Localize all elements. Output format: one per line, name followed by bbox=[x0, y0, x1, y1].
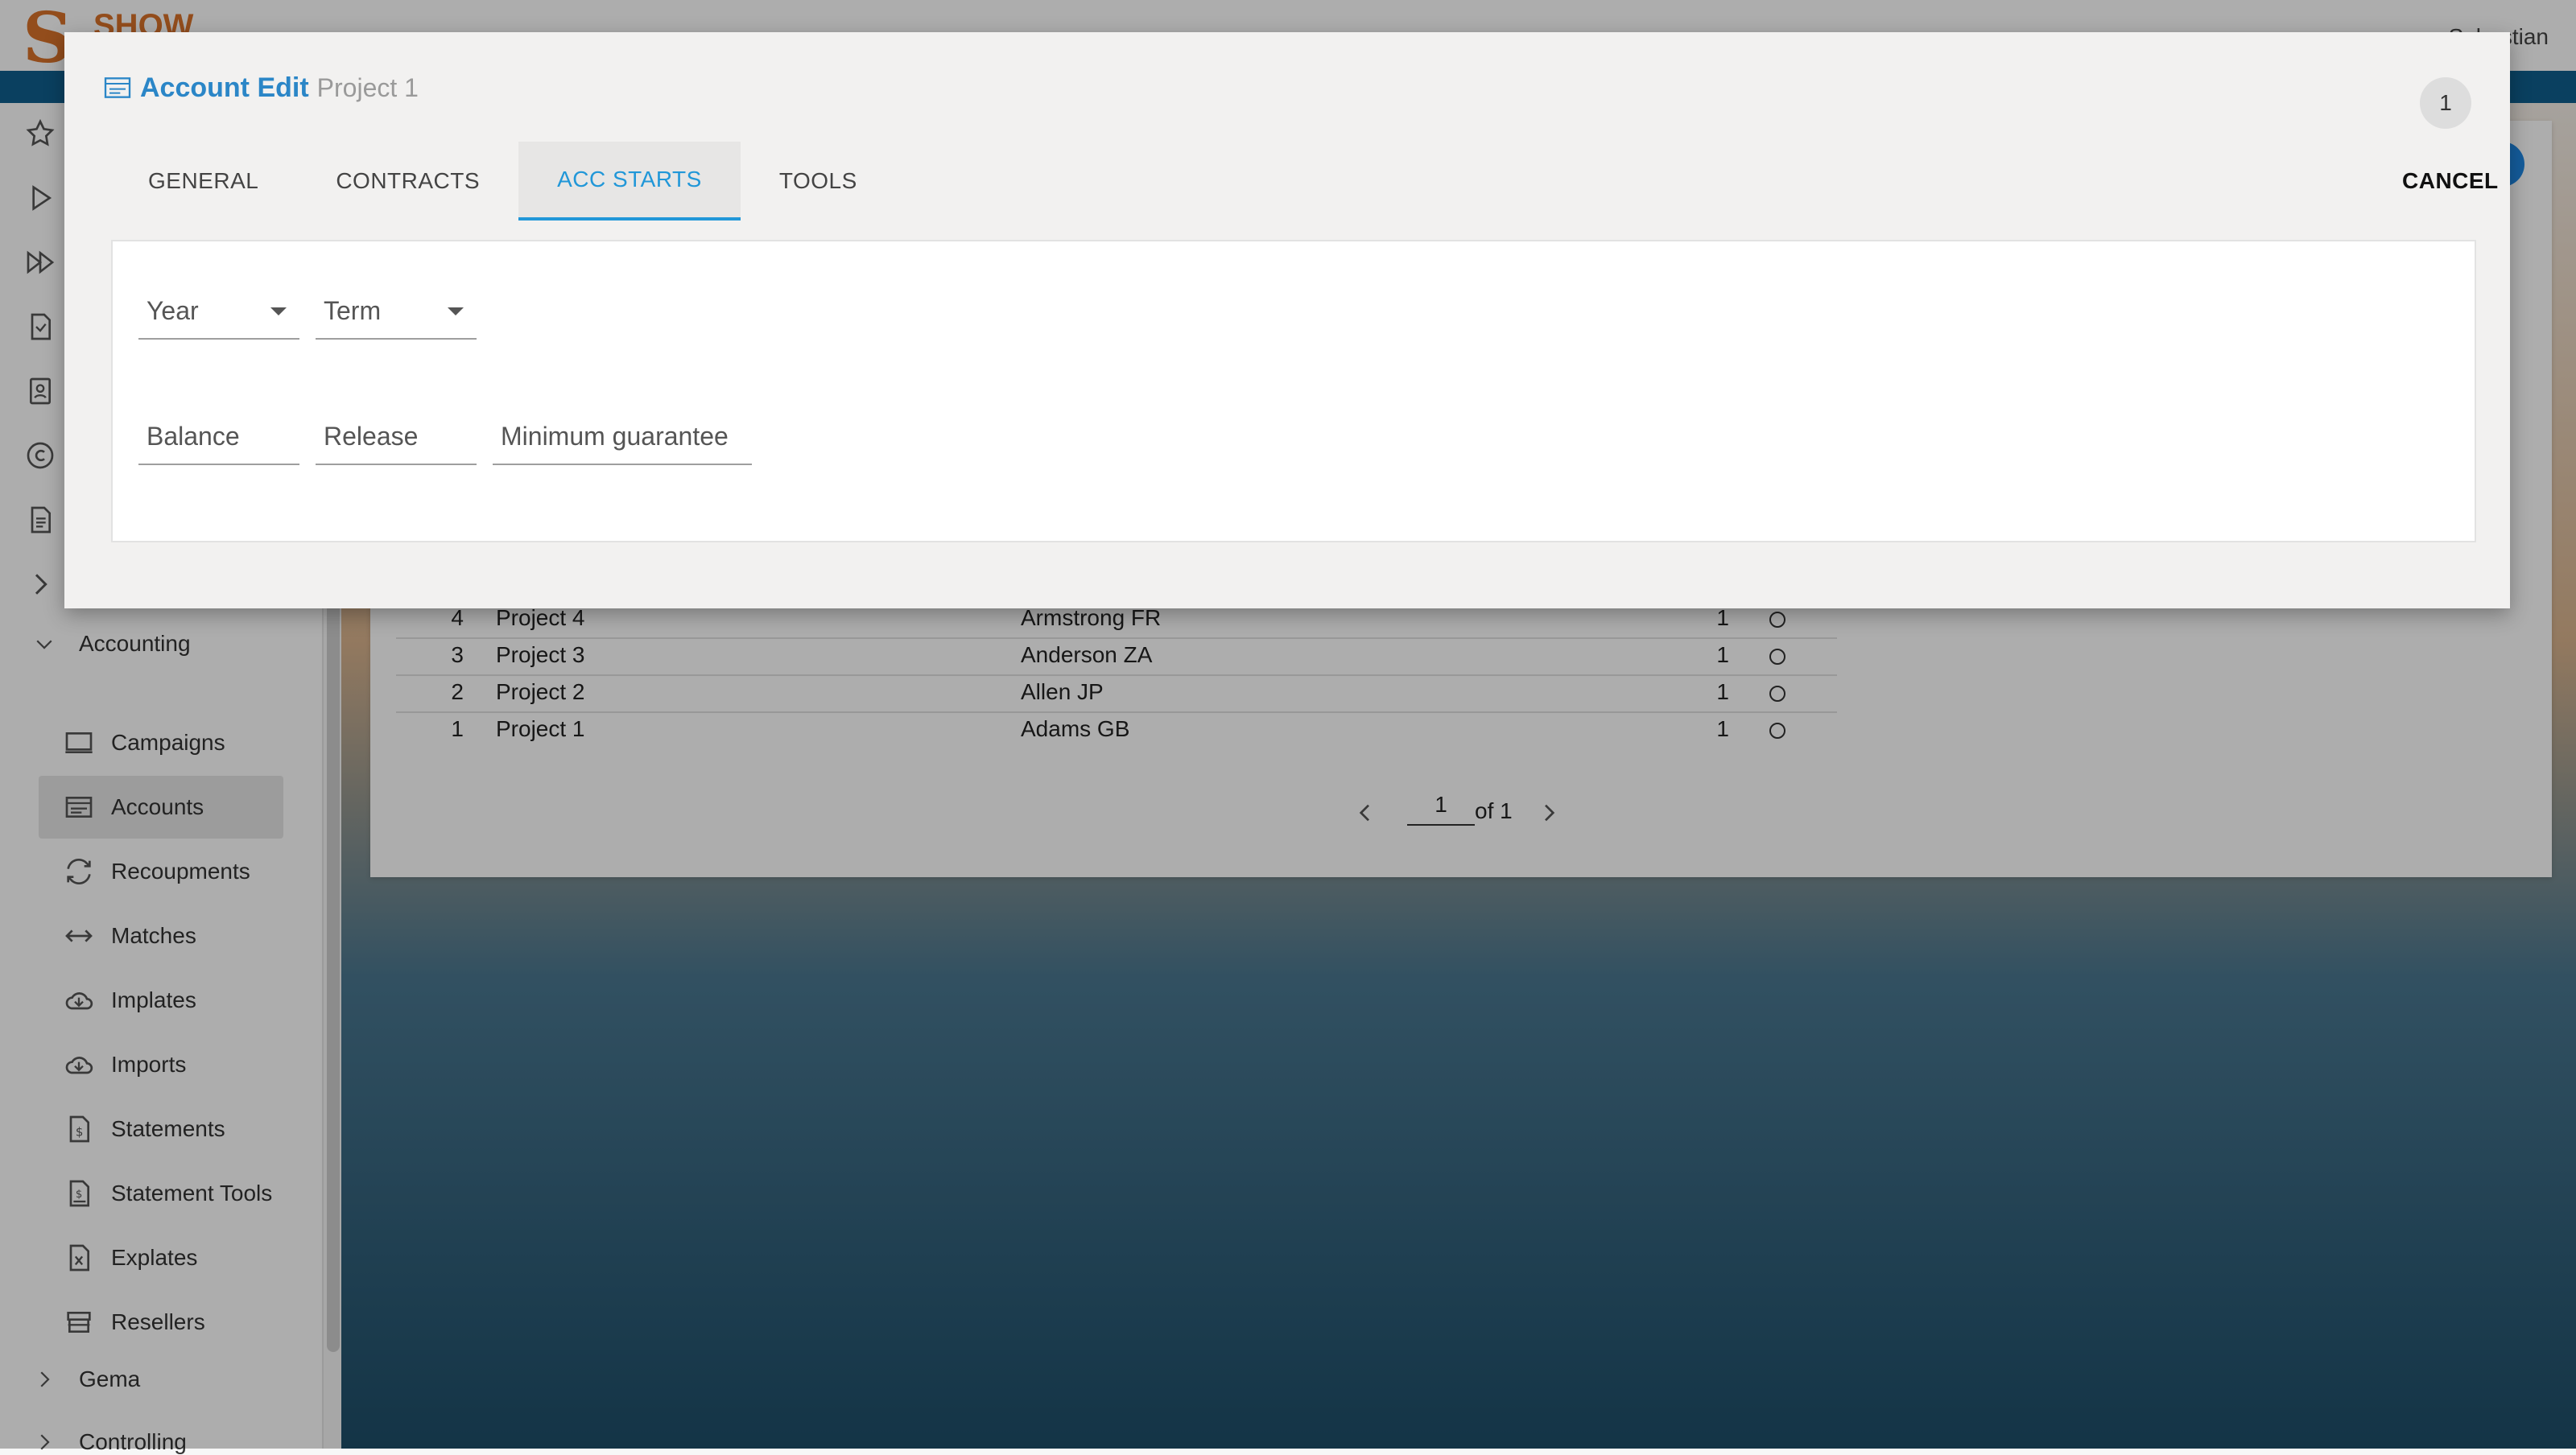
term-label: Term bbox=[324, 296, 382, 325]
year-select[interactable]: Year bbox=[138, 282, 299, 340]
tab-acc-starts[interactable]: ACC STARTS bbox=[518, 142, 741, 221]
dropdown-arrow-icon bbox=[270, 307, 287, 315]
dialog-subtitle: Project 1 bbox=[316, 72, 419, 102]
release-input[interactable]: Release bbox=[316, 407, 477, 465]
dialog-tabs: GENERAL CONTRACTS ACC STARTS TOOLS bbox=[109, 142, 896, 221]
dialog-title: Account Edit Project 1 bbox=[101, 68, 419, 108]
cancel-button[interactable]: CANCEL bbox=[2402, 142, 2499, 221]
balance-input[interactable]: Balance bbox=[138, 407, 299, 465]
term-select[interactable]: Term bbox=[316, 282, 477, 340]
release-label: Release bbox=[324, 422, 419, 451]
acc-starts-form: Year Term Balance Release Minimum guaran… bbox=[111, 240, 2476, 542]
tab-tools[interactable]: TOOLS bbox=[741, 142, 896, 221]
minimum-guarantee-input[interactable]: Minimum guarantee bbox=[493, 407, 752, 465]
tab-general[interactable]: GENERAL bbox=[109, 142, 297, 221]
account-edit-dialog: Account Edit Project 1 1 GENERAL CONTRAC… bbox=[64, 32, 2510, 608]
dropdown-arrow-icon bbox=[448, 307, 464, 315]
dialog-title-text: Account Edit bbox=[140, 72, 309, 103]
count-badge: 1 bbox=[2420, 77, 2471, 129]
minimum-guarantee-label: Minimum guarantee bbox=[501, 422, 729, 451]
year-label: Year bbox=[147, 296, 199, 325]
balance-label: Balance bbox=[147, 422, 240, 451]
account-card-icon bbox=[104, 77, 131, 98]
tab-contracts[interactable]: CONTRACTS bbox=[297, 142, 518, 221]
